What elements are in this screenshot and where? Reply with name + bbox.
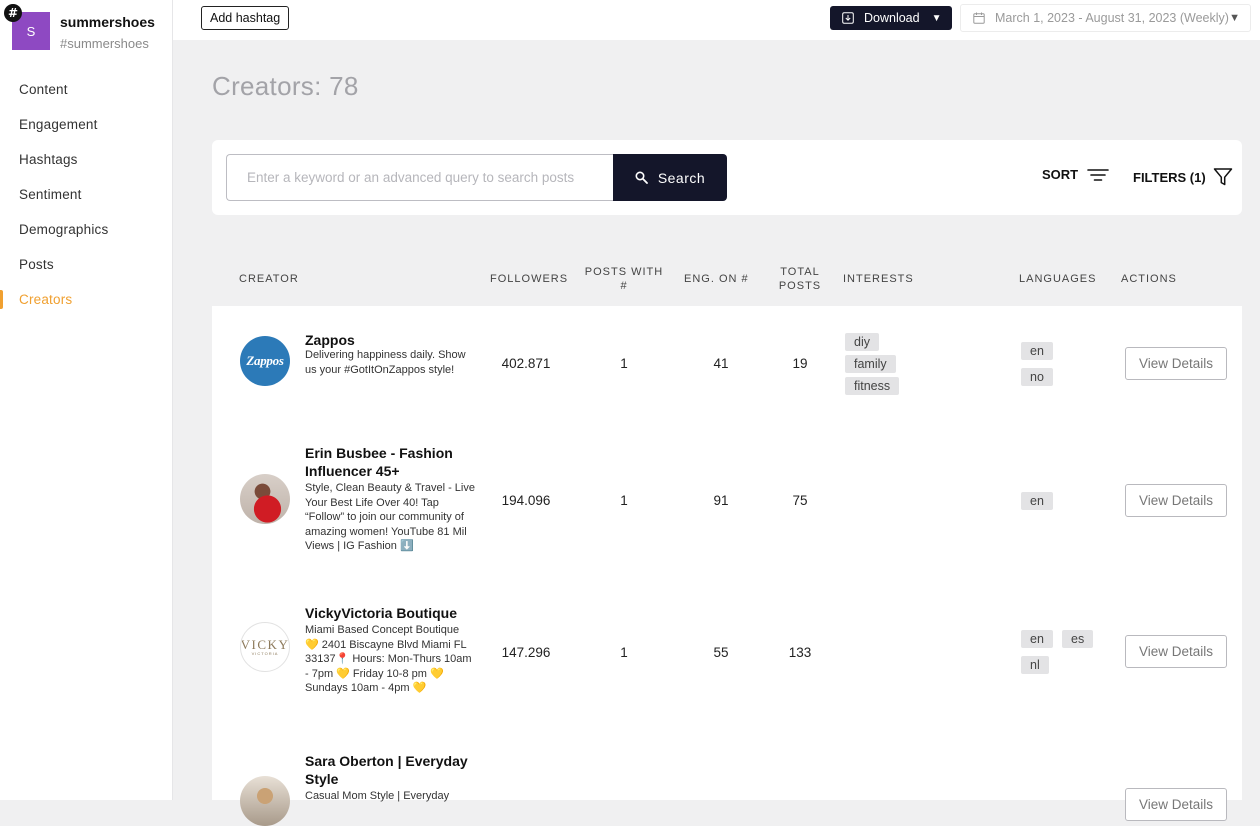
view-details-button[interactable]: View Details: [1125, 347, 1227, 380]
avatar-subtext: VICTORIA: [251, 651, 279, 656]
sort-icon: [1087, 168, 1109, 181]
header-followers[interactable]: FOLLOWERS: [490, 272, 568, 286]
search-button[interactable]: Search: [613, 154, 727, 201]
caret-down-icon: ▼: [931, 12, 942, 24]
header-creator[interactable]: CREATOR: [239, 272, 299, 286]
search-button-label: Search: [657, 169, 706, 186]
avatar[interactable]: [240, 474, 290, 524]
avatar[interactable]: VICKY VICTORIA: [240, 622, 290, 672]
language-tag[interactable]: es: [1062, 630, 1094, 648]
total-posts-value: 133: [788, 645, 812, 660]
posts-with-value: 1: [620, 356, 628, 371]
brand-name: summershoes: [60, 14, 155, 30]
header-posts-with-line2: #: [620, 280, 628, 292]
header-languages[interactable]: LANGUAGES: [1019, 272, 1096, 286]
creator-bio: Style, Clean Beauty & Travel - Live Your…: [305, 482, 475, 552]
interest-tag[interactable]: diy: [845, 333, 879, 351]
language-tag[interactable]: en: [1021, 492, 1053, 510]
avatar[interactable]: [240, 776, 290, 826]
filter-icon: [1213, 168, 1232, 186]
creator-name[interactable]: Zappos: [305, 331, 475, 349]
hashtag-icon: #: [4, 4, 22, 22]
interest-tag[interactable]: family: [845, 355, 896, 373]
language-tag[interactable]: en: [1021, 342, 1053, 360]
header-posts-with-line1: POSTS WITH: [584, 266, 664, 278]
header-actions: ACTIONS: [1121, 273, 1177, 285]
avatar-text: VICKY: [240, 637, 290, 652]
header-eng-on[interactable]: ENG. ON #: [684, 272, 749, 286]
creators-table: Zappos Zappos Delivering happiness daily…: [212, 306, 1242, 826]
creator-bio: Delivering happiness daily. Show us your…: [305, 349, 466, 376]
download-button[interactable]: Download ▼: [830, 6, 952, 30]
sidebar-nav: Content Engagement Hashtags Sentiment De…: [0, 72, 172, 317]
language-tag[interactable]: en: [1021, 630, 1053, 648]
avatar[interactable]: Zappos: [240, 336, 290, 386]
search-input[interactable]: [226, 154, 613, 201]
eng-on-value: 91: [713, 493, 729, 508]
add-hashtag-button[interactable]: Add hashtag: [201, 6, 290, 30]
sidebar-item-content[interactable]: Content: [0, 72, 172, 107]
sidebar-item-sentiment[interactable]: Sentiment: [0, 177, 172, 212]
creator-bio: Miami Based Concept Boutique 💛 2401 Bisc…: [305, 624, 472, 694]
creator-name[interactable]: VickyVictoria Boutique: [305, 604, 475, 622]
creator-name[interactable]: Sara Oberton | Everyday Style: [305, 752, 475, 788]
language-tag[interactable]: nl: [1021, 656, 1049, 674]
creator-bio: Casual Mom Style | Everyday: [305, 790, 450, 802]
view-details-button[interactable]: View Details: [1125, 788, 1227, 821]
date-range-text: March 1, 2023 - August 31, 2023 (Weekly): [995, 11, 1229, 25]
date-range-picker[interactable]: March 1, 2023 - August 31, 2023 (Weekly)…: [960, 4, 1251, 32]
header-total-posts-line1: TOTAL: [780, 266, 820, 278]
view-details-button[interactable]: View Details: [1125, 635, 1227, 668]
header-posts-with[interactable]: POSTS WITH #: [584, 265, 664, 293]
eng-on-value: 55: [713, 645, 729, 660]
header-interests[interactable]: INTERESTS: [843, 272, 914, 286]
sidebar: # S summershoes #summershoes Content Eng…: [0, 0, 173, 800]
download-icon: [842, 12, 854, 24]
download-label: Download: [864, 11, 920, 25]
sidebar-item-demographics[interactable]: Demographics: [0, 212, 172, 247]
sidebar-item-creators[interactable]: Creators: [0, 282, 172, 317]
followers-value: 147.296: [501, 645, 551, 660]
followers-value: 194.096: [501, 493, 551, 508]
eng-on-value: 41: [713, 356, 729, 371]
sort-control[interactable]: SORT: [1042, 167, 1109, 182]
followers-value: 402.871: [501, 356, 551, 371]
search-card: Search SORT FILTERS (1): [212, 140, 1242, 215]
header-total-posts[interactable]: TOTAL POSTS: [776, 265, 824, 293]
interest-tag[interactable]: fitness: [845, 377, 900, 395]
table-row: Sara Oberton | Everyday Style Casual Mom…: [212, 748, 1242, 826]
brand-hashtag: #summershoes: [60, 36, 149, 51]
calendar-icon: [973, 12, 985, 24]
header-total-posts-line2: POSTS: [778, 280, 822, 292]
sort-label: SORT: [1042, 167, 1079, 182]
table-row: VICKY VICTORIA VickyVictoria Boutique Mi…: [212, 602, 1242, 748]
sidebar-item-engagement[interactable]: Engagement: [0, 107, 172, 142]
page-title: Creators: 78: [212, 71, 359, 101]
posts-with-value: 1: [620, 645, 628, 660]
creator-name[interactable]: Erin Busbee - Fashion Influencer 45+: [305, 444, 475, 480]
sidebar-item-hashtags[interactable]: Hashtags: [0, 142, 172, 177]
brand-header[interactable]: # S summershoes #summershoes: [0, 0, 172, 60]
filters-label: FILTERS (1): [1133, 169, 1206, 185]
table-header: CREATOR FOLLOWERS POSTS WITH # ENG. ON #…: [212, 250, 1242, 306]
sidebar-item-posts[interactable]: Posts: [0, 247, 172, 282]
filters-control[interactable]: FILTERS (1): [1133, 167, 1233, 187]
view-details-button[interactable]: View Details: [1125, 484, 1227, 517]
language-tag[interactable]: no: [1021, 368, 1053, 386]
top-bar: Add hashtag Download ▼ March 1, 2023 - A…: [173, 0, 1260, 40]
posts-with-value: 1: [620, 493, 628, 508]
table-row: Erin Busbee - Fashion Influencer 45+ Sty…: [212, 440, 1242, 602]
search-icon: [635, 171, 648, 184]
caret-down-icon: ▼: [1229, 12, 1240, 24]
total-posts-value: 19: [792, 356, 808, 371]
table-row: Zappos Zappos Delivering happiness daily…: [212, 306, 1242, 440]
total-posts-value: 75: [792, 493, 808, 508]
